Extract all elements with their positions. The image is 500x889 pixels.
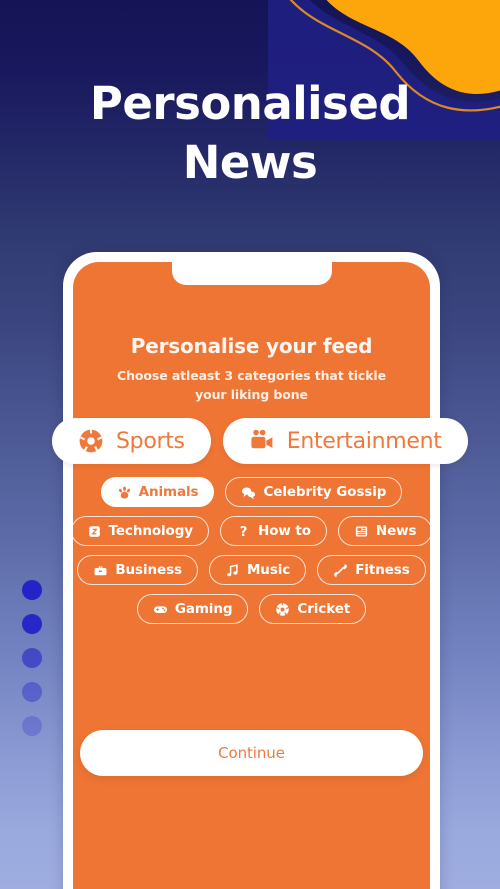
poster-stage: Personalised News Personalise your feed … bbox=[0, 0, 500, 889]
page-title: Personalised News bbox=[0, 74, 500, 193]
question-mark-icon: ? bbox=[236, 524, 251, 538]
featured-chip-label: Sports bbox=[116, 428, 185, 454]
newspaper-icon bbox=[354, 524, 369, 539]
phone-screen: Personalise your feed Choose atleast 3 c… bbox=[52, 262, 468, 889]
soccer-ball-icon bbox=[78, 428, 104, 454]
page-title-line-1: Personalised bbox=[89, 77, 411, 130]
svg-text:?: ? bbox=[240, 524, 248, 538]
category-chip-row: Business Music Fitness bbox=[73, 555, 430, 585]
pagination-dot[interactable] bbox=[22, 580, 42, 600]
phone-notch bbox=[171, 262, 332, 285]
paw-icon bbox=[117, 485, 132, 500]
category-chip-row: Gaming Cricket bbox=[73, 594, 430, 624]
category-chip-how-to[interactable]: ? How to bbox=[220, 516, 327, 546]
category-chip-label: Animals bbox=[138, 484, 199, 500]
category-chip-music[interactable]: Music bbox=[208, 555, 307, 585]
continue-button[interactable]: Continue bbox=[80, 730, 423, 776]
category-chip-label: Fitness bbox=[355, 562, 410, 578]
movie-camera-icon bbox=[249, 428, 275, 454]
continue-button-label: Continue bbox=[218, 744, 285, 762]
category-chip-row: Animals Celebrity Gossip bbox=[73, 477, 430, 507]
featured-chip-label: Entertainment bbox=[286, 428, 442, 454]
featured-chip-sports[interactable]: Sports bbox=[52, 418, 211, 464]
category-chip-list: Animals Celebrity Gossip Technology ? Ho… bbox=[70, 477, 433, 624]
category-chip-label: News bbox=[375, 523, 417, 539]
category-chip-label: Music bbox=[246, 562, 291, 578]
category-chip-row: Technology ? How to News bbox=[70, 516, 433, 546]
category-chip-fitness[interactable]: Fitness bbox=[317, 555, 426, 585]
pagination-dot[interactable] bbox=[22, 648, 42, 668]
category-chip-label: Celebrity Gossip bbox=[263, 484, 387, 500]
chip-icon bbox=[87, 524, 102, 539]
category-chip-cricket[interactable]: Cricket bbox=[259, 594, 367, 624]
phone-mockup: Personalise your feed Choose atleast 3 c… bbox=[52, 252, 468, 889]
category-chip-label: Gaming bbox=[174, 601, 233, 617]
briefcase-icon bbox=[93, 563, 108, 578]
category-chip-technology[interactable]: Technology bbox=[70, 516, 209, 546]
pagination-dot[interactable] bbox=[22, 682, 42, 702]
pagination-dot[interactable] bbox=[22, 614, 42, 634]
category-chip-label: How to bbox=[258, 523, 311, 539]
music-note-icon bbox=[225, 563, 240, 578]
featured-category-row: Sports Entertainment bbox=[52, 418, 472, 464]
dumbbell-icon bbox=[333, 563, 348, 578]
pagination-dots[interactable] bbox=[22, 580, 42, 736]
pagination-dot[interactable] bbox=[22, 716, 42, 736]
screen-title: Personalise your feed bbox=[130, 334, 373, 358]
category-chip-news[interactable]: News bbox=[337, 516, 433, 546]
category-chip-animals[interactable]: Animals bbox=[100, 477, 215, 507]
featured-chip-entertainment[interactable]: Entertainment bbox=[222, 418, 468, 464]
category-chip-celebrity-gossip[interactable]: Celebrity Gossip bbox=[225, 477, 403, 507]
screen-subtitle: Choose atleast 3 categories that tickle … bbox=[117, 368, 386, 403]
chat-bubbles-icon bbox=[241, 485, 256, 500]
category-chip-gaming[interactable]: Gaming bbox=[136, 594, 249, 624]
category-chip-label: Cricket bbox=[297, 601, 351, 617]
category-chip-label: Business bbox=[115, 562, 182, 578]
page-title-line-2: News bbox=[182, 136, 318, 190]
category-chip-business[interactable]: Business bbox=[77, 555, 198, 585]
cricket-ball-icon bbox=[275, 602, 290, 617]
gamepad-icon bbox=[153, 602, 168, 617]
category-chip-label: Technology bbox=[108, 523, 194, 539]
